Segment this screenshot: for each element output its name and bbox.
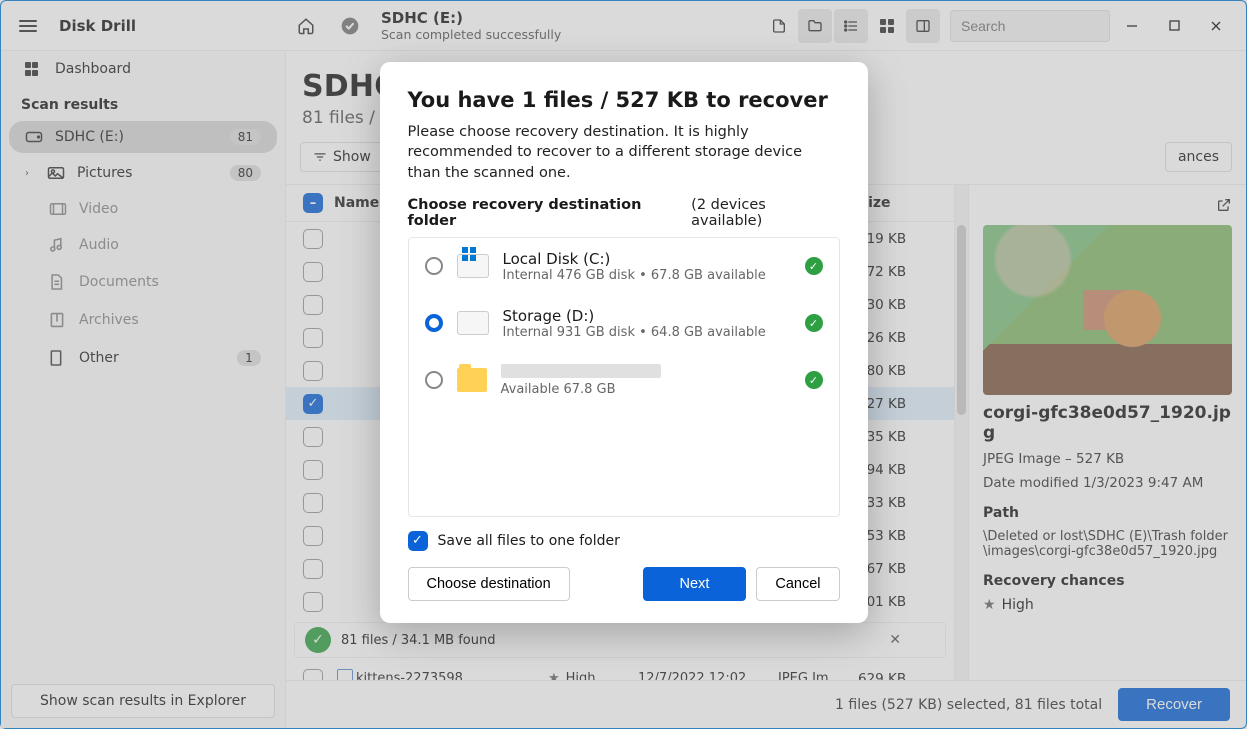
modal-overlay: You have 1 files / 527 KB to recover Ple… [0,0,1247,729]
next-button[interactable]: Next [643,567,747,601]
cancel-button[interactable]: Cancel [756,567,839,601]
destination-name: Local Disk (C:) [503,250,791,268]
destination-list: Local Disk (C:) Internal 476 GB disk • 6… [408,237,840,517]
save-all-label: Save all files to one folder [438,533,620,549]
modal-title: You have 1 files / 527 KB to recover [408,88,840,112]
destination-sub: Internal 931 GB disk • 64.8 GB available [503,325,791,340]
drive-icon [457,254,489,278]
check-icon: ✓ [805,371,823,389]
destination-sub: Available 67.8 GB [501,382,791,397]
destination-radio[interactable] [425,371,443,389]
drive-icon [457,311,489,335]
destination-radio[interactable] [425,257,443,275]
destination-name: Storage (D:) [503,307,791,325]
folder-icon [457,368,487,392]
destination-item[interactable]: Available 67.8 GB ✓ [409,352,839,409]
destination-sub: Internal 476 GB disk • 67.8 GB available [503,268,791,283]
check-icon: ✓ [805,257,823,275]
dest-folder-label: Choose recovery destination folder [408,197,692,229]
redacted-path [501,364,661,378]
check-icon: ✓ [805,314,823,332]
save-all-checkbox[interactable]: ✓ [408,531,428,551]
destination-radio[interactable] [425,314,443,332]
modal-description: Please choose recovery destination. It i… [408,122,840,183]
destination-item[interactable]: Local Disk (C:) Internal 476 GB disk • 6… [409,238,839,295]
recovery-modal: You have 1 files / 527 KB to recover Ple… [380,62,868,623]
choose-destination-button[interactable]: Choose destination [408,567,570,601]
destination-item[interactable]: Storage (D:) Internal 931 GB disk • 64.8… [409,295,839,352]
devices-count: (2 devices available) [691,197,839,229]
